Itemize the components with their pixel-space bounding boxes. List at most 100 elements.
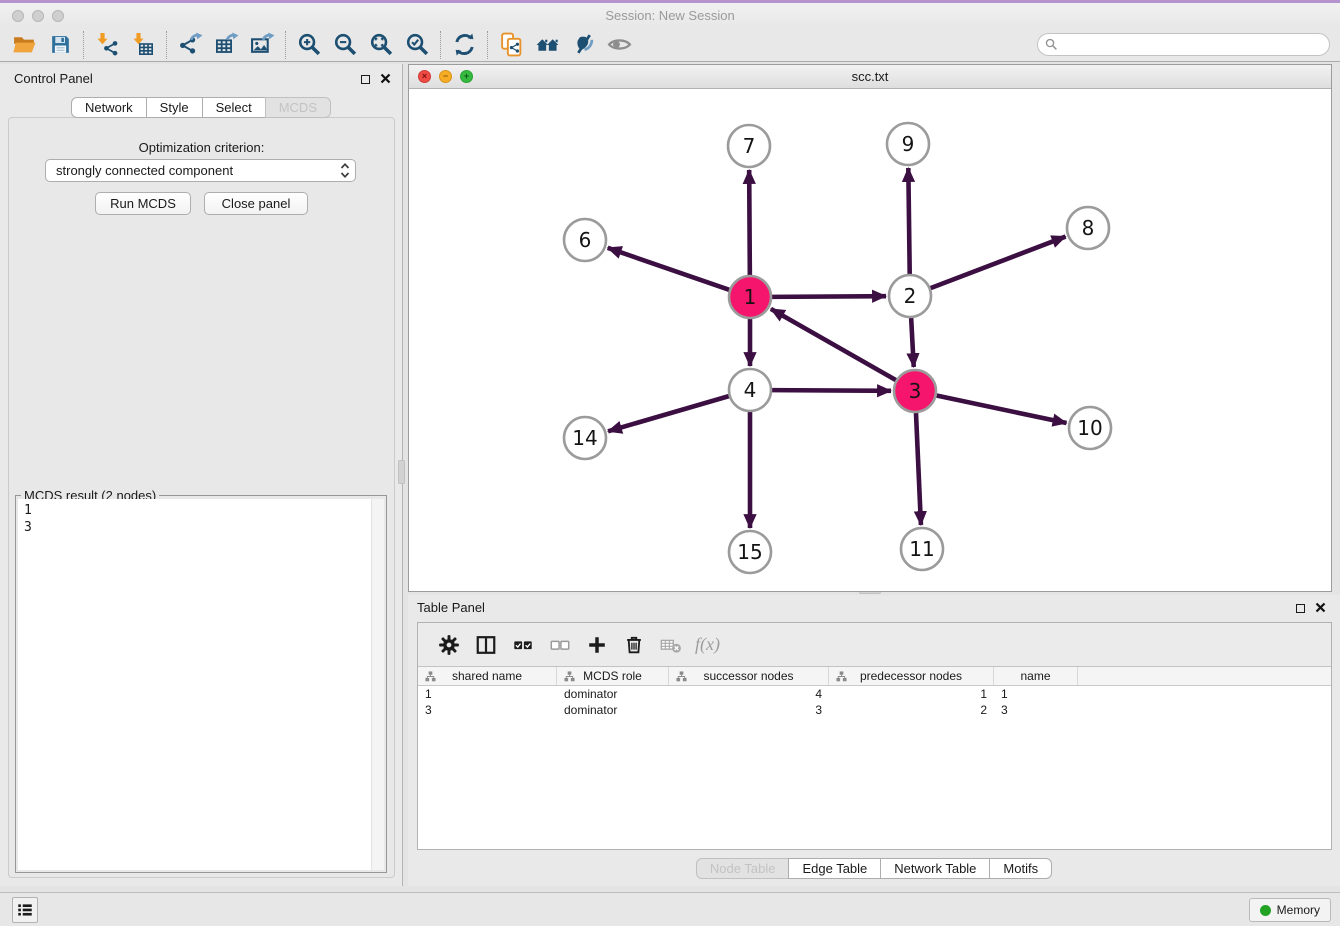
graph-node-10[interactable]: 10 <box>1069 407 1111 449</box>
deselect-all-button[interactable] <box>541 630 578 660</box>
table-row[interactable]: 3dominator323 <box>418 702 1331 718</box>
graph-node-8[interactable]: 8 <box>1067 207 1109 249</box>
hide-details-icon <box>571 32 596 57</box>
table-cell[interactable]: 2 <box>829 702 994 718</box>
graph-edge-4-3[interactable] <box>772 390 891 391</box>
apply-layout-button[interactable] <box>446 30 482 60</box>
minimize-window-button[interactable] <box>32 10 44 22</box>
graph-node-2[interactable]: 2 <box>889 275 931 317</box>
toolbar-separator <box>285 31 286 59</box>
graph-node-1[interactable]: 1 <box>729 276 771 318</box>
table-cell[interactable]: 1 <box>829 686 994 702</box>
zoom-fit-button[interactable] <box>363 30 399 60</box>
hide-details-button[interactable] <box>565 30 601 60</box>
network-canvas[interactable]: 7 9 6 8 1 2 4 3 14 10 15 11 <box>409 89 1331 591</box>
open-file-button[interactable] <box>6 30 42 60</box>
graph-node-11[interactable]: 11 <box>901 528 943 570</box>
graph-edge-1-7[interactable] <box>749 170 750 275</box>
tab-motifs[interactable]: Motifs <box>989 858 1052 879</box>
save-session-button[interactable] <box>42 30 78 60</box>
maximize-window-button[interactable] <box>52 10 64 22</box>
graph-edge-3-11[interactable] <box>916 413 921 525</box>
add-button[interactable] <box>578 630 615 660</box>
graph-node-4[interactable]: 4 <box>729 369 771 411</box>
column-header-MCDS-role[interactable]: MCDS role <box>557 667 669 685</box>
mcds-result-text[interactable]: 13 <box>18 499 384 870</box>
close-window-button[interactable] <box>12 10 24 22</box>
graph-edge-2-3[interactable] <box>911 318 914 367</box>
search-input[interactable] <box>1037 33 1330 56</box>
float-table-panel-icon[interactable] <box>1294 602 1307 615</box>
node-label: 15 <box>737 540 762 564</box>
graph-node-7[interactable]: 7 <box>728 125 770 167</box>
network-close-button[interactable]: × <box>418 70 431 83</box>
column-header-label: shared name <box>452 669 522 683</box>
zoom-out-button[interactable] <box>327 30 363 60</box>
column-header-predecessor-nodes[interactable]: predecessor nodes <box>829 667 994 685</box>
network-window-titlebar[interactable]: × − + scc.txt <box>409 65 1331 89</box>
table-cell[interactable]: 3 <box>418 702 557 718</box>
gear-button[interactable] <box>430 630 467 660</box>
column-header-label: successor nodes <box>703 669 793 683</box>
close-table-panel-icon[interactable] <box>1314 601 1327 614</box>
graph-node-14[interactable]: 14 <box>564 417 606 459</box>
table-cell[interactable]: dominator <box>557 686 669 702</box>
delete-button[interactable] <box>615 630 652 660</box>
export-network-button[interactable] <box>172 30 208 60</box>
homes-button[interactable] <box>529 30 565 60</box>
import-table-button[interactable] <box>125 30 161 60</box>
scrollbar[interactable] <box>371 499 384 870</box>
tab-network-table[interactable]: Network Table <box>880 858 990 879</box>
graph-edge-2-9[interactable] <box>908 168 909 274</box>
copy-network-button[interactable] <box>493 30 529 60</box>
graph-edge-1-2[interactable] <box>772 296 886 297</box>
table-cell[interactable]: 1 <box>418 686 557 702</box>
zoom-in-button[interactable] <box>291 30 327 60</box>
export-table-button[interactable] <box>208 30 244 60</box>
tab-style[interactable]: Style <box>146 97 203 118</box>
tab-select[interactable]: Select <box>202 97 266 118</box>
vertical-splitter-handle[interactable] <box>398 460 405 484</box>
tab-mcds[interactable]: MCDS <box>265 97 331 118</box>
graph-edge-3-1[interactable] <box>771 309 896 380</box>
graph-node-15[interactable]: 15 <box>729 531 771 573</box>
tab-network[interactable]: Network <box>71 97 147 118</box>
table-cell[interactable]: 3 <box>669 702 829 718</box>
column-header-shared-name[interactable]: shared name <box>418 667 557 685</box>
column-header-successor-nodes[interactable]: successor nodes <box>669 667 829 685</box>
graph-node-6[interactable]: 6 <box>564 219 606 261</box>
close-panel-icon[interactable] <box>379 72 392 85</box>
network-minimize-button[interactable]: − <box>439 70 452 83</box>
memory-button[interactable]: Memory <box>1249 898 1331 922</box>
close-panel-button[interactable]: Close panel <box>204 192 308 215</box>
network-maximize-button[interactable]: + <box>460 70 473 83</box>
graph-node-9[interactable]: 9 <box>887 123 929 165</box>
columns-button[interactable] <box>467 630 504 660</box>
node-label: 2 <box>904 284 917 308</box>
table-row[interactable]: 1dominator411 <box>418 686 1331 702</box>
tab-edge-table[interactable]: Edge Table <box>788 858 881 879</box>
zoom-selected-button[interactable] <box>399 30 435 60</box>
criterion-select[interactable]: strongly connected component <box>45 159 356 182</box>
show-panels-button[interactable] <box>12 897 38 923</box>
toolbar-separator <box>440 31 441 59</box>
graph-edge-3-10[interactable] <box>937 396 1067 423</box>
table-cell[interactable]: 4 <box>669 686 829 702</box>
tab-node-table[interactable]: Node Table <box>696 858 790 879</box>
import-network-button[interactable] <box>89 30 125 60</box>
control-panel: Control Panel Network Style Select MCDS … <box>0 64 403 886</box>
table-cell[interactable]: 3 <box>994 702 1078 718</box>
graph-edge-2-8[interactable] <box>931 237 1066 289</box>
table-cell[interactable]: 1 <box>994 686 1078 702</box>
graph-edge-4-14[interactable] <box>608 396 729 431</box>
column-header-name[interactable]: name <box>994 667 1078 685</box>
select-all-button[interactable] <box>504 630 541 660</box>
export-image-button[interactable] <box>244 30 280 60</box>
graph-edge-1-6[interactable] <box>608 248 730 290</box>
run-mcds-button[interactable]: Run MCDS <box>95 192 191 215</box>
node-label: 14 <box>572 426 597 450</box>
graph-node-3[interactable]: 3 <box>894 370 936 412</box>
float-panel-icon[interactable] <box>359 73 372 86</box>
table-cell[interactable]: dominator <box>557 702 669 718</box>
mcds-result-line: 3 <box>24 519 378 536</box>
